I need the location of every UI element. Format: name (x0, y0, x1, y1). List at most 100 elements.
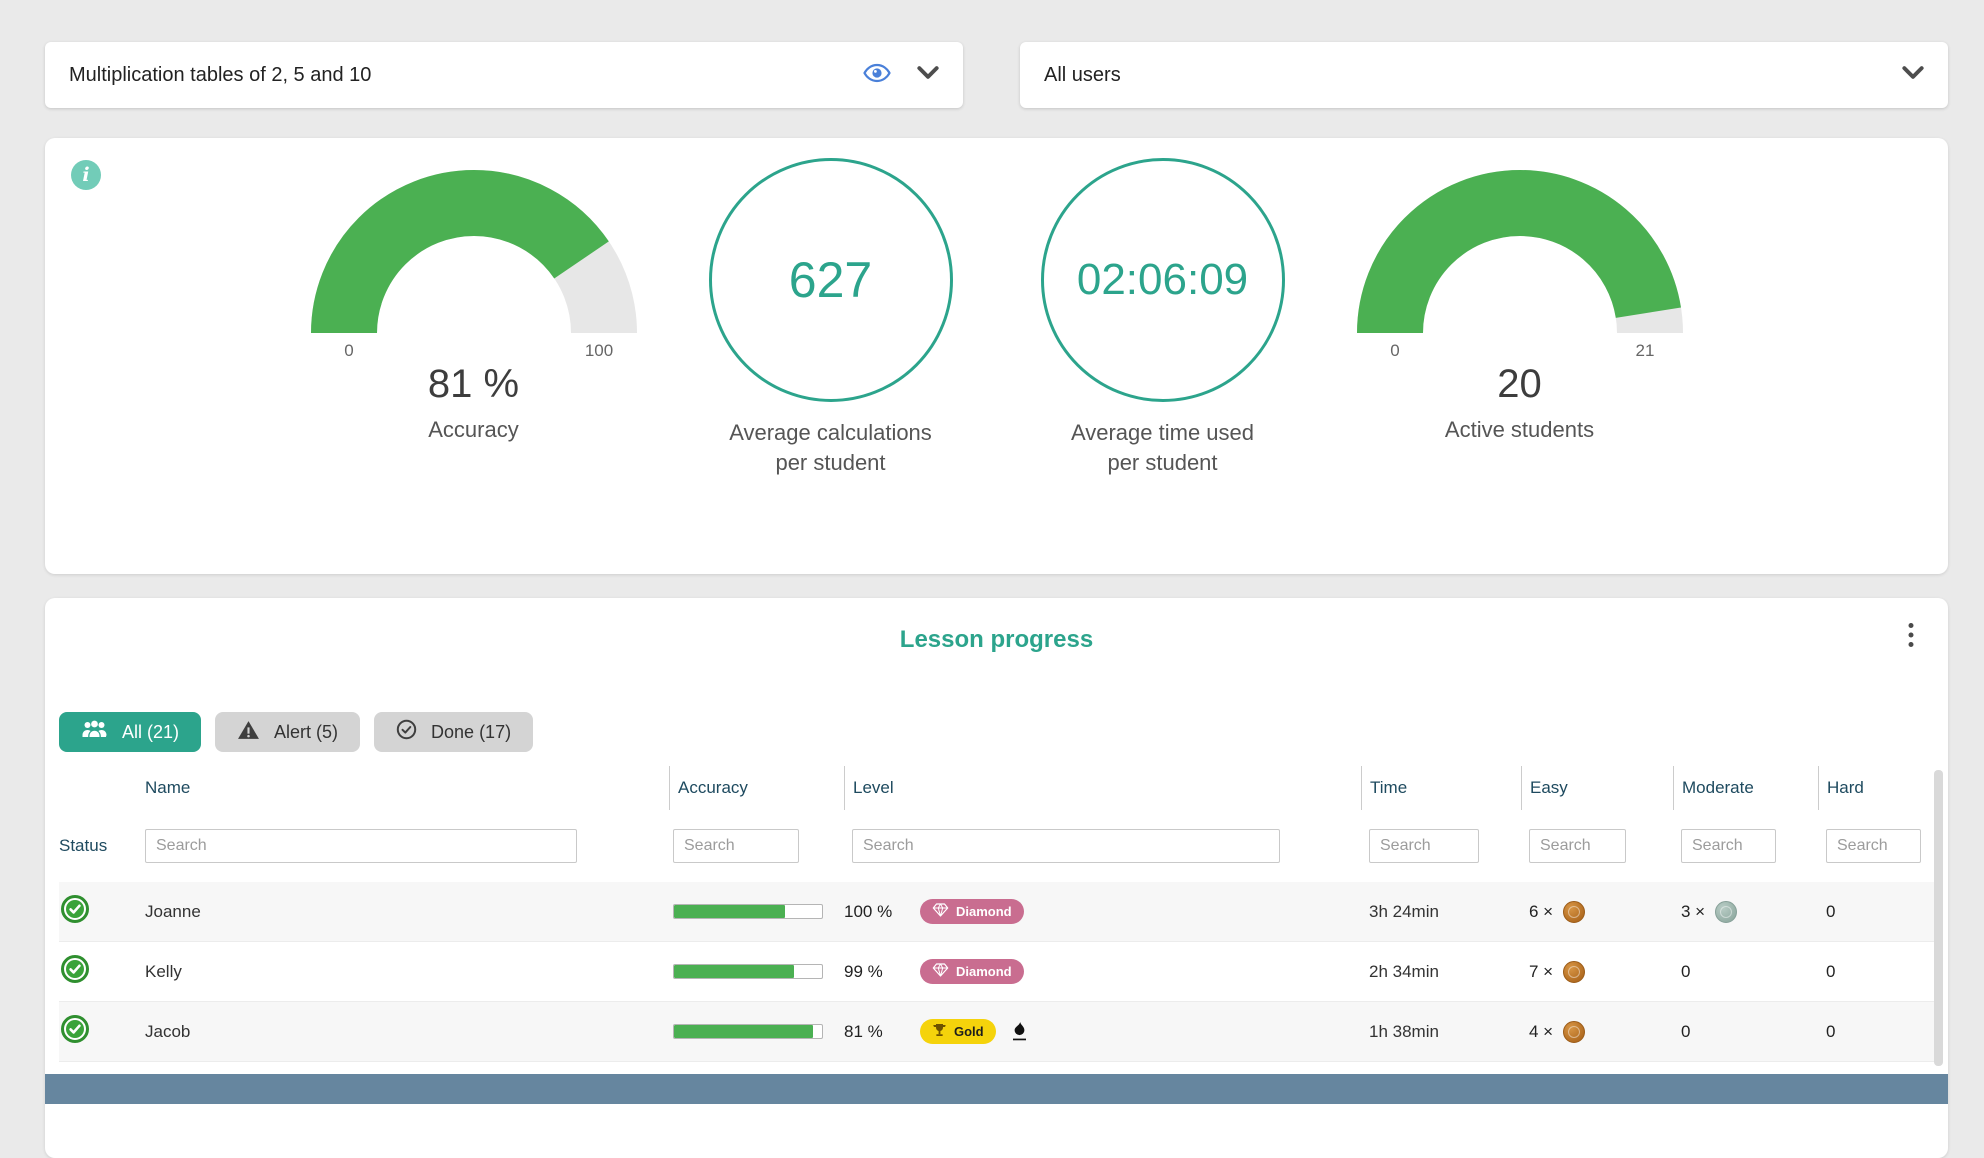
progress-bar-fill (674, 1025, 813, 1038)
table-footer-strip (45, 1074, 1948, 1104)
easy-search-input[interactable] (1529, 829, 1626, 863)
done-check-icon (396, 719, 417, 745)
avg-time-value: 02:06:09 (1077, 255, 1248, 305)
time-search-input[interactable] (1369, 829, 1479, 863)
chevron-down-icon[interactable] (1902, 66, 1924, 84)
hard-search-input[interactable] (1826, 829, 1921, 863)
moderate-search-input[interactable] (1681, 829, 1776, 863)
users-dropdown[interactable]: All users (1020, 42, 1948, 108)
group-icon (81, 720, 108, 745)
filter-label: All (21) (122, 722, 179, 743)
accuracy-search-input[interactable] (673, 829, 799, 863)
gauge-min-label: 0 (344, 341, 353, 360)
lesson-progress-title: Lesson progress (45, 626, 1948, 656)
eye-icon[interactable] (863, 63, 891, 88)
column-header-easy[interactable]: Easy (1521, 766, 1673, 810)
time-value: 1h 38min (1369, 1022, 1439, 1041)
kebab-menu-icon[interactable] (1902, 618, 1920, 657)
flame-icon (1012, 1022, 1027, 1041)
time-value: 3h 24min (1369, 902, 1439, 921)
level-badge: Gold (920, 1019, 996, 1044)
column-header-name[interactable]: Name (141, 766, 669, 810)
student-name: Jacob (145, 1022, 190, 1041)
lesson-progress-table: Name Accuracy Level Time Easy Moderate H… (45, 766, 1948, 1062)
student-name: Joanne (145, 902, 201, 921)
progress-bar (673, 1024, 823, 1039)
column-header-status: Status (59, 836, 141, 856)
accuracy-value: 81 % (844, 1022, 908, 1042)
avg-calculations-caption: Average calculations per student (729, 418, 932, 477)
filter-done-button[interactable]: Done (17) (374, 712, 533, 752)
done-status-icon (61, 895, 89, 928)
filter-alert-button[interactable]: Alert (5) (215, 712, 360, 752)
bronze-medal (1563, 1021, 1585, 1043)
column-header-status-spacer (59, 766, 141, 810)
column-header-time[interactable]: Time (1361, 766, 1521, 810)
stat-circle: 02:06:09 (1041, 158, 1285, 402)
level-badge-label: Diamond (956, 964, 1012, 979)
gauge-min-label: 0 (1390, 341, 1399, 360)
column-header-moderate[interactable]: Moderate (1673, 766, 1818, 810)
gauge-chart: 0 100 (309, 170, 639, 360)
table-header-row: Name Accuracy Level Time Easy Moderate H… (59, 766, 1934, 810)
easy-count: 4 × (1529, 1022, 1553, 1042)
level-search-input[interactable] (852, 829, 1280, 863)
progress-bar (673, 964, 823, 979)
moderate-count: 0 (1681, 1022, 1690, 1042)
hard-count: 0 (1826, 902, 1835, 922)
silver-medal (1715, 901, 1737, 923)
active-students-gauge: 0 21 20 Active students (1355, 170, 1685, 443)
table-body: Joanne 100 % Diamond 3h 24min 6 × (59, 882, 1934, 1062)
filter-label: Done (17) (431, 722, 511, 743)
diamond-icon (932, 963, 949, 980)
info-icon[interactable]: i (71, 160, 101, 190)
easy-count: 7 × (1529, 962, 1553, 982)
users-dropdown-value: All users (1044, 64, 1902, 87)
accuracy-value: 81 % (428, 362, 519, 407)
avg-time-stat: 02:06:09 Average time used per student (1023, 158, 1303, 477)
table-row[interactable]: Joanne 100 % Diamond 3h 24min 6 × (59, 882, 1934, 942)
progress-bar (673, 904, 823, 919)
progress-bar-fill (674, 965, 794, 978)
bronze-medal (1563, 961, 1585, 983)
table-row[interactable]: Jacob 81 % Gold 1h 38min 4 × (59, 1002, 1934, 1062)
accuracy-caption: Accuracy (428, 417, 518, 443)
level-badge: Diamond (920, 959, 1024, 984)
accuracy-gauge: 0 100 81 % Accuracy (309, 170, 639, 443)
column-header-hard[interactable]: Hard (1818, 766, 1934, 810)
gauge-max-label: 100 (584, 341, 612, 360)
chevron-down-icon[interactable] (917, 66, 939, 84)
active-students-caption: Active students (1445, 417, 1594, 443)
name-search-input[interactable] (145, 829, 577, 863)
done-status-icon (61, 955, 89, 988)
lesson-dropdown[interactable]: Multiplication tables of 2, 5 and 10 (45, 42, 963, 108)
stats-row: 0 100 81 % Accuracy 627 Average calculat… (45, 138, 1948, 477)
avg-time-caption: Average time used per student (1071, 418, 1254, 477)
warning-icon (237, 720, 260, 745)
accuracy-value: 100 % (844, 902, 908, 922)
filter-all-button[interactable]: All (21) (59, 712, 201, 752)
stat-circle: 627 (709, 158, 953, 402)
table-row[interactable]: Kelly 99 % Diamond 2h 34min 7 × (59, 942, 1934, 1002)
done-status-icon (61, 1015, 89, 1048)
level-badge-label: Diamond (956, 904, 1012, 919)
moderate-count: 3 × (1681, 902, 1705, 922)
column-header-level[interactable]: Level (844, 766, 1361, 810)
hard-count: 0 (1826, 962, 1835, 982)
avg-calculations-stat: 627 Average calculations per student (691, 158, 971, 477)
diamond-icon (932, 903, 949, 920)
trophy-icon (932, 1023, 947, 1040)
active-students-value: 20 (1497, 362, 1542, 407)
level-badge-label: Gold (954, 1024, 984, 1039)
table-scrollbar[interactable] (1934, 770, 1943, 1066)
top-filter-bar: Multiplication tables of 2, 5 and 10 All… (0, 0, 1984, 108)
moderate-count: 0 (1681, 962, 1690, 982)
easy-count: 6 × (1529, 902, 1553, 922)
lesson-progress-card: Lesson progress All (21) Alert (5) Done … (45, 598, 1948, 1158)
status-filter-group: All (21) Alert (5) Done (17) (45, 712, 1948, 752)
bronze-medal (1563, 901, 1585, 923)
accuracy-value: 99 % (844, 962, 908, 982)
time-value: 2h 34min (1369, 962, 1439, 981)
column-header-accuracy[interactable]: Accuracy (669, 766, 844, 810)
summary-stats-card: i 0 100 81 % Accuracy 627 Average calcul… (45, 138, 1948, 574)
